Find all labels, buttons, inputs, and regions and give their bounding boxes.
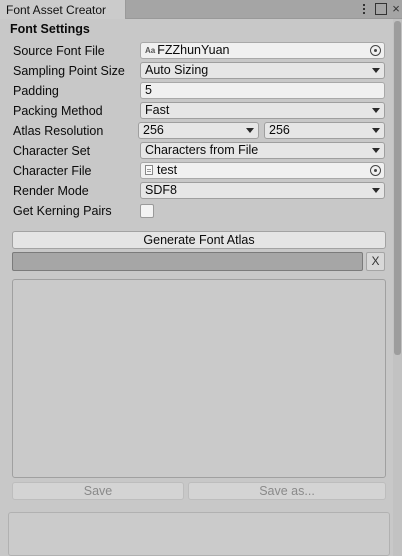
chevron-down-icon xyxy=(246,128,254,133)
sampling-point-size-value: Auto Sizing xyxy=(145,63,209,77)
packing-method-label: Packing Method xyxy=(13,104,103,118)
atlas-preview-area xyxy=(12,279,386,478)
save-button[interactable]: Save xyxy=(12,482,184,500)
character-file-label: Character File xyxy=(13,164,92,178)
character-file-field[interactable]: test xyxy=(140,162,385,179)
chevron-down-icon xyxy=(372,108,380,113)
render-mode-label: Render Mode xyxy=(13,184,89,198)
source-font-file-label: Source Font File xyxy=(13,44,105,58)
chevron-down-icon xyxy=(372,148,380,153)
scrollbar-thumb[interactable] xyxy=(394,21,401,355)
character-set-row: Character Set Characters from File xyxy=(13,142,386,160)
vertical-scrollbar[interactable] xyxy=(393,19,402,556)
get-kerning-pairs-checkbox[interactable] xyxy=(140,204,154,218)
generate-font-atlas-button[interactable]: Generate Font Atlas xyxy=(12,231,386,249)
chevron-down-icon xyxy=(372,128,380,133)
chevron-down-icon xyxy=(372,68,380,73)
atlas-resolution-row: Atlas Resolution 256 256 xyxy=(13,122,386,140)
chevron-down-icon xyxy=(372,188,380,193)
font-asset-creator-window: Font Asset Creator × Font Settings Sourc… xyxy=(0,0,402,556)
packing-method-dropdown[interactable]: Fast xyxy=(140,102,385,119)
sampling-point-size-dropdown[interactable]: Auto Sizing xyxy=(140,62,385,79)
object-picker-icon[interactable] xyxy=(370,45,381,56)
source-font-file-field[interactable]: Aa FZZhunYuan xyxy=(140,42,385,59)
character-file-row: Character File test xyxy=(13,162,386,180)
character-file-value: test xyxy=(157,163,178,177)
atlas-width-value: 256 xyxy=(143,123,164,137)
bottom-panel xyxy=(8,512,390,556)
get-kerning-pairs-row: Get Kerning Pairs xyxy=(13,202,386,220)
get-kerning-pairs-label: Get Kerning Pairs xyxy=(13,204,112,218)
sampling-point-size-row: Sampling Point Size Auto Sizing xyxy=(13,62,386,80)
progress-bar xyxy=(12,252,363,271)
tab-font-asset-creator[interactable]: Font Asset Creator xyxy=(0,0,126,19)
cancel-generation-button[interactable]: X xyxy=(366,252,385,271)
character-set-label: Character Set xyxy=(13,144,91,158)
maximize-icon[interactable] xyxy=(375,3,387,15)
text-file-icon xyxy=(145,165,153,175)
packing-method-value: Fast xyxy=(145,103,170,117)
padding-input[interactable]: 5 xyxy=(140,82,385,99)
character-set-value: Characters from File xyxy=(145,143,259,157)
padding-row: Padding 5 xyxy=(13,82,386,100)
close-icon[interactable]: × xyxy=(390,0,402,18)
packing-method-row: Packing Method Fast xyxy=(13,102,386,120)
character-set-dropdown[interactable]: Characters from File xyxy=(140,142,385,159)
save-as-button[interactable]: Save as... xyxy=(188,482,386,500)
render-mode-row: Render Mode SDF8 xyxy=(13,182,386,200)
atlas-height-value: 256 xyxy=(269,123,290,137)
padding-value: 5 xyxy=(145,83,152,97)
section-title: Font Settings xyxy=(10,22,90,36)
sampling-point-size-label: Sampling Point Size xyxy=(13,64,125,78)
atlas-height-dropdown[interactable]: 256 xyxy=(264,122,385,139)
source-font-file-value: FZZhunYuan xyxy=(157,43,230,57)
padding-label: Padding xyxy=(13,84,59,98)
atlas-resolution-label: Atlas Resolution xyxy=(13,124,104,138)
atlas-width-dropdown[interactable]: 256 xyxy=(138,122,259,139)
font-icon: Aa xyxy=(145,46,156,55)
window-menu-icon[interactable] xyxy=(358,1,370,17)
object-picker-icon[interactable] xyxy=(370,165,381,176)
render-mode-dropdown[interactable]: SDF8 xyxy=(140,182,385,199)
render-mode-value: SDF8 xyxy=(145,183,177,197)
source-font-file-row: Source Font File Aa FZZhunYuan xyxy=(13,42,386,60)
tab-bar: Font Asset Creator × xyxy=(0,0,402,19)
